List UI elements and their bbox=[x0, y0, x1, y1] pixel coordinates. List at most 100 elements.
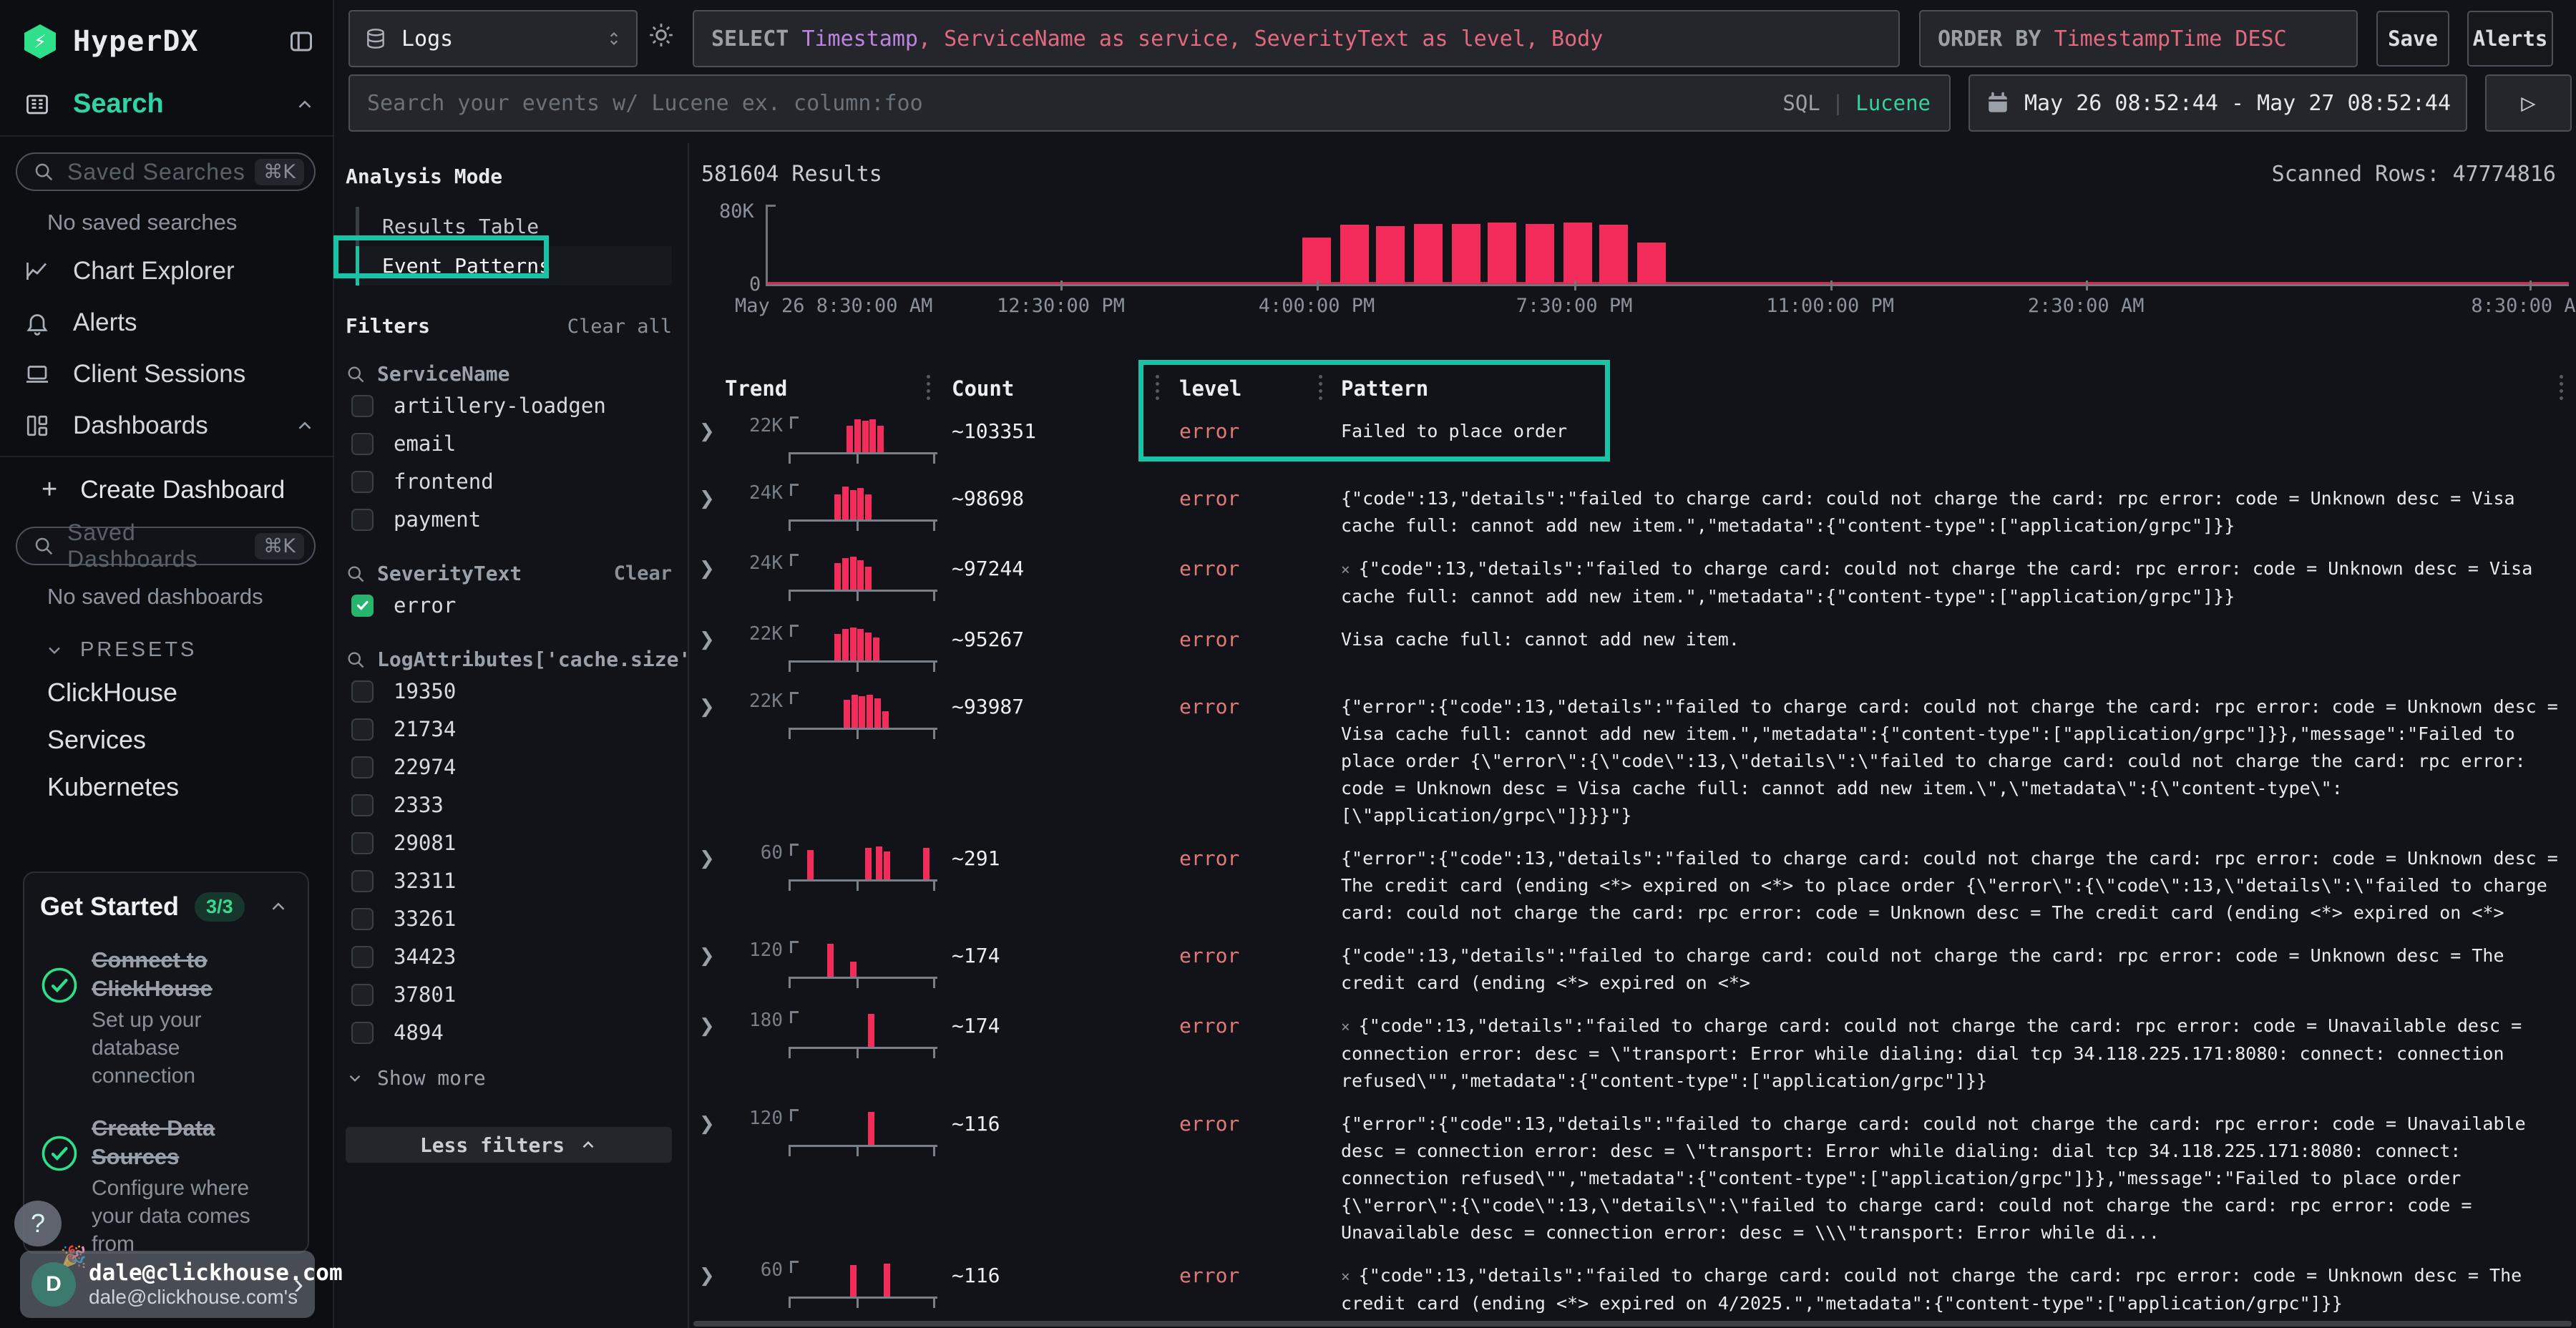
filter-option[interactable]: frontend bbox=[346, 464, 672, 499]
analysis-mode-event-patterns[interactable]: Event Patterns bbox=[356, 246, 672, 285]
table-row[interactable]: ❯120~174error{"code":13,"details":"faile… bbox=[689, 931, 2576, 997]
source-settings-gear-icon[interactable] bbox=[648, 21, 675, 49]
filter-option[interactable]: error bbox=[346, 587, 672, 623]
checkbox[interactable] bbox=[351, 870, 374, 892]
table-row[interactable]: ❯60~116error×{"code":13,"details":"faile… bbox=[689, 1251, 2576, 1317]
filter-option[interactable]: 34423 bbox=[346, 939, 672, 975]
column-header-level[interactable]: level bbox=[1179, 376, 1241, 401]
checkbox[interactable] bbox=[351, 794, 374, 816]
column-drag-handle-icon[interactable] bbox=[1319, 375, 1322, 398]
table-row[interactable]: ❯22K~103351errorFailed to place order bbox=[689, 406, 2576, 469]
row-expand-chevron-icon[interactable]: ❯ bbox=[698, 838, 737, 869]
sql-mode-option[interactable]: SQL bbox=[1782, 91, 1820, 115]
checkbox[interactable] bbox=[351, 433, 374, 455]
histogram-bar[interactable] bbox=[1376, 226, 1405, 283]
histogram-bar[interactable] bbox=[1414, 224, 1443, 283]
presets-toggle[interactable]: PRESETS bbox=[0, 620, 333, 669]
chevron-up-icon[interactable] bbox=[294, 415, 316, 436]
checkbox[interactable] bbox=[351, 680, 374, 703]
histogram-bar[interactable] bbox=[1452, 224, 1480, 283]
chevron-up-icon[interactable] bbox=[294, 94, 316, 115]
filter-option[interactable]: 22974 bbox=[346, 749, 672, 785]
time-range-picker[interactable]: May 26 08:52:44 - May 27 08:52:44 bbox=[1968, 74, 2467, 132]
search-icon[interactable] bbox=[346, 650, 366, 670]
create-dashboard-button[interactable]: + Create Dashboard bbox=[0, 457, 333, 511]
table-row[interactable]: ❯22K~95267errorVisa cache full: cannot a… bbox=[689, 615, 2576, 678]
user-menu[interactable]: D dale@clickhouse.com dale@clickhouse.co… bbox=[20, 1251, 315, 1318]
show-more-link[interactable]: Show more bbox=[346, 1060, 672, 1095]
column-header-count[interactable]: Count bbox=[952, 376, 1014, 401]
table-row[interactable]: ❯24K~98698error{"code":13,"details":"fai… bbox=[689, 474, 2576, 540]
histogram-bar[interactable] bbox=[1488, 223, 1516, 283]
row-expand-chevron-icon[interactable]: ❯ bbox=[698, 1255, 737, 1286]
help-button[interactable]: ? bbox=[14, 1201, 62, 1246]
checkbox[interactable] bbox=[351, 946, 374, 968]
preset-clickhouse[interactable]: ClickHouse bbox=[0, 669, 333, 716]
checkbox-checked-icon[interactable] bbox=[351, 595, 374, 617]
histogram-bar[interactable] bbox=[1302, 238, 1331, 283]
filter-option[interactable]: payment bbox=[346, 502, 672, 537]
alerts-button[interactable]: Alerts bbox=[2467, 11, 2553, 67]
filter-option[interactable]: 29081 bbox=[346, 825, 672, 861]
histogram-bar[interactable] bbox=[1599, 225, 1628, 283]
filter-option[interactable]: artillery-loadgen bbox=[346, 388, 672, 424]
filter-option[interactable]: 21734 bbox=[346, 711, 672, 747]
sidebar-item-dashboards[interactable]: Dashboards bbox=[0, 400, 333, 451]
preset-services[interactable]: Services bbox=[0, 716, 333, 763]
clear-link[interactable]: Clear bbox=[614, 562, 672, 585]
row-expand-chevron-icon[interactable]: ❯ bbox=[698, 1103, 737, 1135]
histogram-bar[interactable] bbox=[1637, 243, 1666, 283]
row-expand-chevron-icon[interactable]: ❯ bbox=[698, 1005, 737, 1037]
checkbox[interactable] bbox=[351, 984, 374, 1006]
checkbox[interactable] bbox=[351, 1022, 374, 1044]
less-filters-button[interactable]: Less filters bbox=[346, 1127, 672, 1163]
filter-option[interactable]: email bbox=[346, 426, 672, 462]
table-row[interactable]: ❯60~291error{"error":{"code":13,"details… bbox=[689, 834, 2576, 927]
chevron-up-icon[interactable] bbox=[268, 896, 289, 917]
search-icon[interactable] bbox=[346, 364, 366, 384]
select-columns-input[interactable]: SELECT Timestamp , ServiceName as servic… bbox=[693, 10, 1900, 67]
column-drag-handle-icon[interactable] bbox=[927, 375, 930, 398]
checkbox[interactable] bbox=[351, 395, 374, 417]
run-query-button[interactable]: ▷ bbox=[2485, 74, 2572, 132]
preset-kubernetes[interactable]: Kubernetes bbox=[0, 763, 333, 811]
sidebar-collapse-icon[interactable] bbox=[287, 29, 316, 54]
clear-all-link[interactable]: Clear all bbox=[567, 316, 672, 338]
search-icon[interactable] bbox=[346, 564, 366, 584]
get-started-item[interactable]: Create Data SourcesConfigure where your … bbox=[40, 1114, 289, 1254]
row-expand-chevron-icon[interactable]: ❯ bbox=[698, 686, 737, 718]
histogram-bar[interactable] bbox=[1340, 225, 1369, 283]
column-drag-handle-icon[interactable] bbox=[1156, 375, 1159, 398]
saved-searches-input[interactable]: Saved Searches ⌘K bbox=[16, 152, 316, 191]
sidebar-item-search[interactable]: Search bbox=[0, 77, 333, 131]
query-language-toggle[interactable]: SQL | Lucene bbox=[1782, 91, 1931, 115]
save-button[interactable]: Save bbox=[2376, 11, 2449, 67]
row-expand-chevron-icon[interactable]: ❯ bbox=[698, 619, 737, 650]
row-expand-chevron-icon[interactable]: ❯ bbox=[698, 478, 737, 509]
column-header-trend[interactable]: Trend bbox=[725, 376, 787, 401]
saved-dashboards-input[interactable]: Saved Dashboards ⌘K bbox=[16, 527, 316, 565]
order-by-input[interactable]: ORDER BY TimestampTime DESC bbox=[1919, 10, 2358, 67]
checkbox[interactable] bbox=[351, 509, 374, 531]
table-row[interactable]: ❯22K~93987error{"error":{"code":13,"deta… bbox=[689, 682, 2576, 829]
filter-option[interactable]: 33261 bbox=[346, 901, 672, 937]
table-menu-icon[interactable] bbox=[2560, 375, 2563, 398]
checkbox[interactable] bbox=[351, 832, 374, 854]
checkbox[interactable] bbox=[351, 756, 374, 778]
horizontal-scrollbar[interactable] bbox=[693, 1321, 2572, 1327]
row-expand-chevron-icon[interactable]: ❯ bbox=[698, 935, 737, 967]
source-select[interactable]: Logs bbox=[348, 10, 638, 67]
table-row[interactable]: ❯24K~97244error×{"code":13,"details":"fa… bbox=[689, 544, 2576, 610]
sidebar-item-client-sessions[interactable]: Client Sessions bbox=[0, 348, 333, 400]
filter-option[interactable]: 2333 bbox=[346, 787, 672, 823]
row-expand-chevron-icon[interactable]: ❯ bbox=[698, 548, 737, 580]
histogram-bar[interactable] bbox=[1526, 224, 1554, 283]
filter-option[interactable]: 32311 bbox=[346, 863, 672, 899]
get-started-item[interactable]: Connect to ClickHouseSet up your databas… bbox=[40, 946, 289, 1090]
table-row[interactable]: ❯120~116error{"error":{"code":13,"detail… bbox=[689, 1099, 2576, 1246]
sidebar-item-chart-explorer[interactable]: Chart Explorer bbox=[0, 245, 333, 297]
histogram-bar[interactable] bbox=[1563, 223, 1592, 283]
filter-option[interactable]: 4894 bbox=[346, 1015, 672, 1050]
column-header-pattern[interactable]: Pattern bbox=[1341, 376, 1428, 401]
filter-option[interactable]: 19350 bbox=[346, 673, 672, 709]
